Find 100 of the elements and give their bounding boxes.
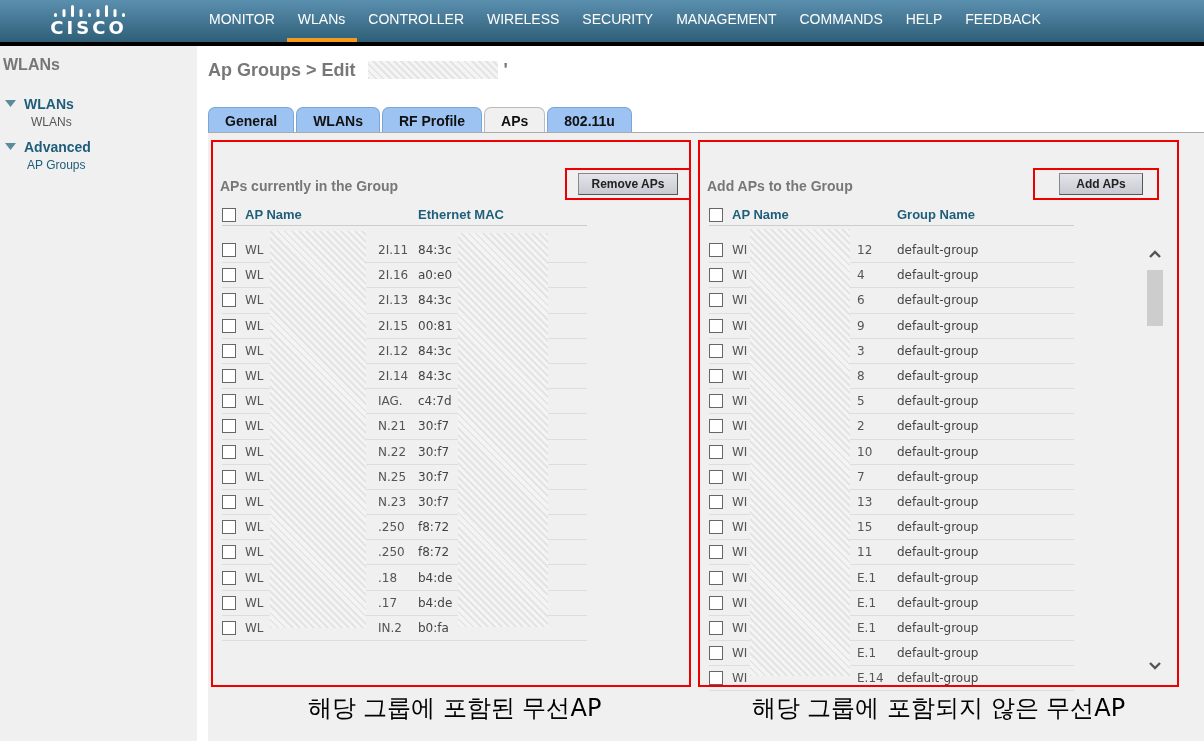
caret-icon[interactable] [5, 143, 16, 151]
caret-icon[interactable] [5, 100, 16, 108]
row-checkbox[interactable] [709, 444, 723, 459]
table-cell: 30:f7 [418, 419, 450, 434]
table-cell: WI [732, 545, 748, 560]
table-cell: WL [245, 343, 264, 358]
row-checkbox[interactable] [222, 419, 236, 434]
table-cell: 30:f7 [418, 494, 450, 509]
sidebar-section[interactable]: Advanced [24, 139, 91, 155]
row-checkbox[interactable] [222, 595, 236, 610]
scrollbar-thumb[interactable] [1147, 270, 1163, 326]
table-cell: WI [732, 444, 748, 459]
table-cell: WL [245, 620, 264, 635]
row-checkbox[interactable] [709, 243, 723, 258]
row-checkbox[interactable] [222, 318, 236, 333]
row-checkbox[interactable] [709, 595, 723, 610]
page-title: Ap Groups > Edit [208, 59, 356, 81]
row-checkbox[interactable] [222, 369, 236, 384]
table-cell-text: E.1 [857, 595, 878, 610]
table-cell-text: 5 [857, 394, 866, 409]
row-checkbox[interactable] [709, 293, 723, 308]
tab[interactable]: WLANs [296, 107, 380, 132]
row-checkbox[interactable] [222, 268, 236, 283]
logo-bars-icon [51, 3, 126, 17]
row-checkbox[interactable] [222, 444, 236, 459]
table-cell-text: 10 [857, 444, 874, 459]
row-checkbox[interactable] [709, 620, 723, 635]
tab[interactable]: General [208, 107, 295, 132]
table-cell: 2I.16 [378, 268, 410, 283]
nav-tab[interactable]: FEEDBACK [954, 9, 1053, 42]
sidebar-item[interactable]: AP Groups [0, 158, 197, 172]
row-checkbox[interactable] [709, 494, 723, 509]
column-header: AP Name [245, 207, 303, 222]
table-cell: default-group [897, 494, 979, 509]
row-checkbox[interactable] [222, 570, 236, 585]
select-all-checkbox[interactable] [709, 207, 723, 222]
tab[interactable]: APs [484, 107, 546, 132]
table-cell-text: E.1 [857, 570, 878, 585]
table-cell: f8:72 [418, 520, 450, 535]
sidebar-title: WLANs [2, 56, 61, 74]
row-checkbox[interactable] [222, 243, 236, 258]
table-cell: WL [245, 268, 264, 283]
table-cell: b0:fa [418, 620, 449, 635]
row-checkbox[interactable] [222, 293, 236, 308]
nav-tab[interactable]: COMMANDS [788, 9, 895, 42]
select-all-checkbox[interactable] [222, 207, 236, 222]
nav-tab[interactable]: CONTROLLER [357, 9, 476, 42]
row-checkbox[interactable] [709, 394, 723, 409]
tab[interactable]: RF Profile [381, 107, 483, 132]
row-checkbox[interactable] [709, 318, 723, 333]
row-checkbox[interactable] [709, 646, 723, 661]
row-checkbox[interactable] [222, 494, 236, 509]
quote-mark: ' [503, 59, 508, 81]
table-cell: default-group [897, 268, 979, 283]
table-cell: WI [732, 520, 748, 535]
row-checkbox[interactable] [709, 268, 723, 283]
sidebar-item[interactable]: WLANs [0, 115, 197, 129]
table-cell: default-group [897, 520, 979, 535]
table-cell: c4:7d [418, 394, 452, 409]
table-cell: WL [245, 444, 264, 459]
sidebar-section[interactable]: WLANs [24, 96, 74, 112]
row-checkbox[interactable] [709, 469, 723, 484]
table-cell-text: .250 [378, 545, 406, 560]
table-cell: WI [732, 469, 748, 484]
section-title: APs currently in the Group [220, 178, 399, 196]
nav-tab[interactable]: MONITOR [198, 9, 287, 42]
table-cell: default-group [897, 343, 979, 358]
table-cell-text: 15 [857, 520, 874, 535]
nav-tab[interactable]: MANAGEMENT [665, 9, 789, 42]
row-checkbox[interactable] [222, 394, 236, 409]
action-button[interactable]: Remove APs [577, 173, 679, 195]
tab[interactable]: 802.11u [547, 107, 632, 132]
row-checkbox[interactable] [222, 343, 236, 358]
row-checkbox[interactable] [222, 469, 236, 484]
table-cell: WI [732, 620, 748, 635]
row-checkbox[interactable] [709, 369, 723, 384]
scroll-up-icon[interactable] [1149, 250, 1161, 258]
nav-tab[interactable]: HELP [894, 9, 955, 42]
row-checkbox[interactable] [709, 419, 723, 434]
table-cell: 2I.11 [378, 243, 410, 258]
row-checkbox[interactable] [709, 570, 723, 585]
table-cell: WI [732, 646, 748, 661]
table-cell: WL [245, 494, 264, 509]
nav-tab[interactable]: WIRELESS [476, 9, 572, 42]
table-cell-text: 11 [857, 545, 874, 560]
row-checkbox[interactable] [709, 545, 723, 560]
scroll-down-icon[interactable] [1149, 662, 1161, 670]
table-cell-text: N.21 [378, 419, 408, 434]
row-checkbox[interactable] [709, 343, 723, 358]
table-cell-text: N.23 [378, 494, 408, 509]
nav-tab[interactable]: SECURITY [571, 9, 666, 42]
table-cell: WI [732, 318, 748, 333]
action-button[interactable]: Add APs [1059, 173, 1143, 195]
row-checkbox[interactable] [222, 545, 236, 560]
row-checkbox[interactable] [709, 671, 723, 686]
table-cell: default-group [897, 570, 979, 585]
row-checkbox[interactable] [222, 520, 236, 535]
row-checkbox[interactable] [222, 620, 236, 635]
row-checkbox[interactable] [709, 520, 723, 535]
table-cell: 84:3c [418, 369, 452, 384]
